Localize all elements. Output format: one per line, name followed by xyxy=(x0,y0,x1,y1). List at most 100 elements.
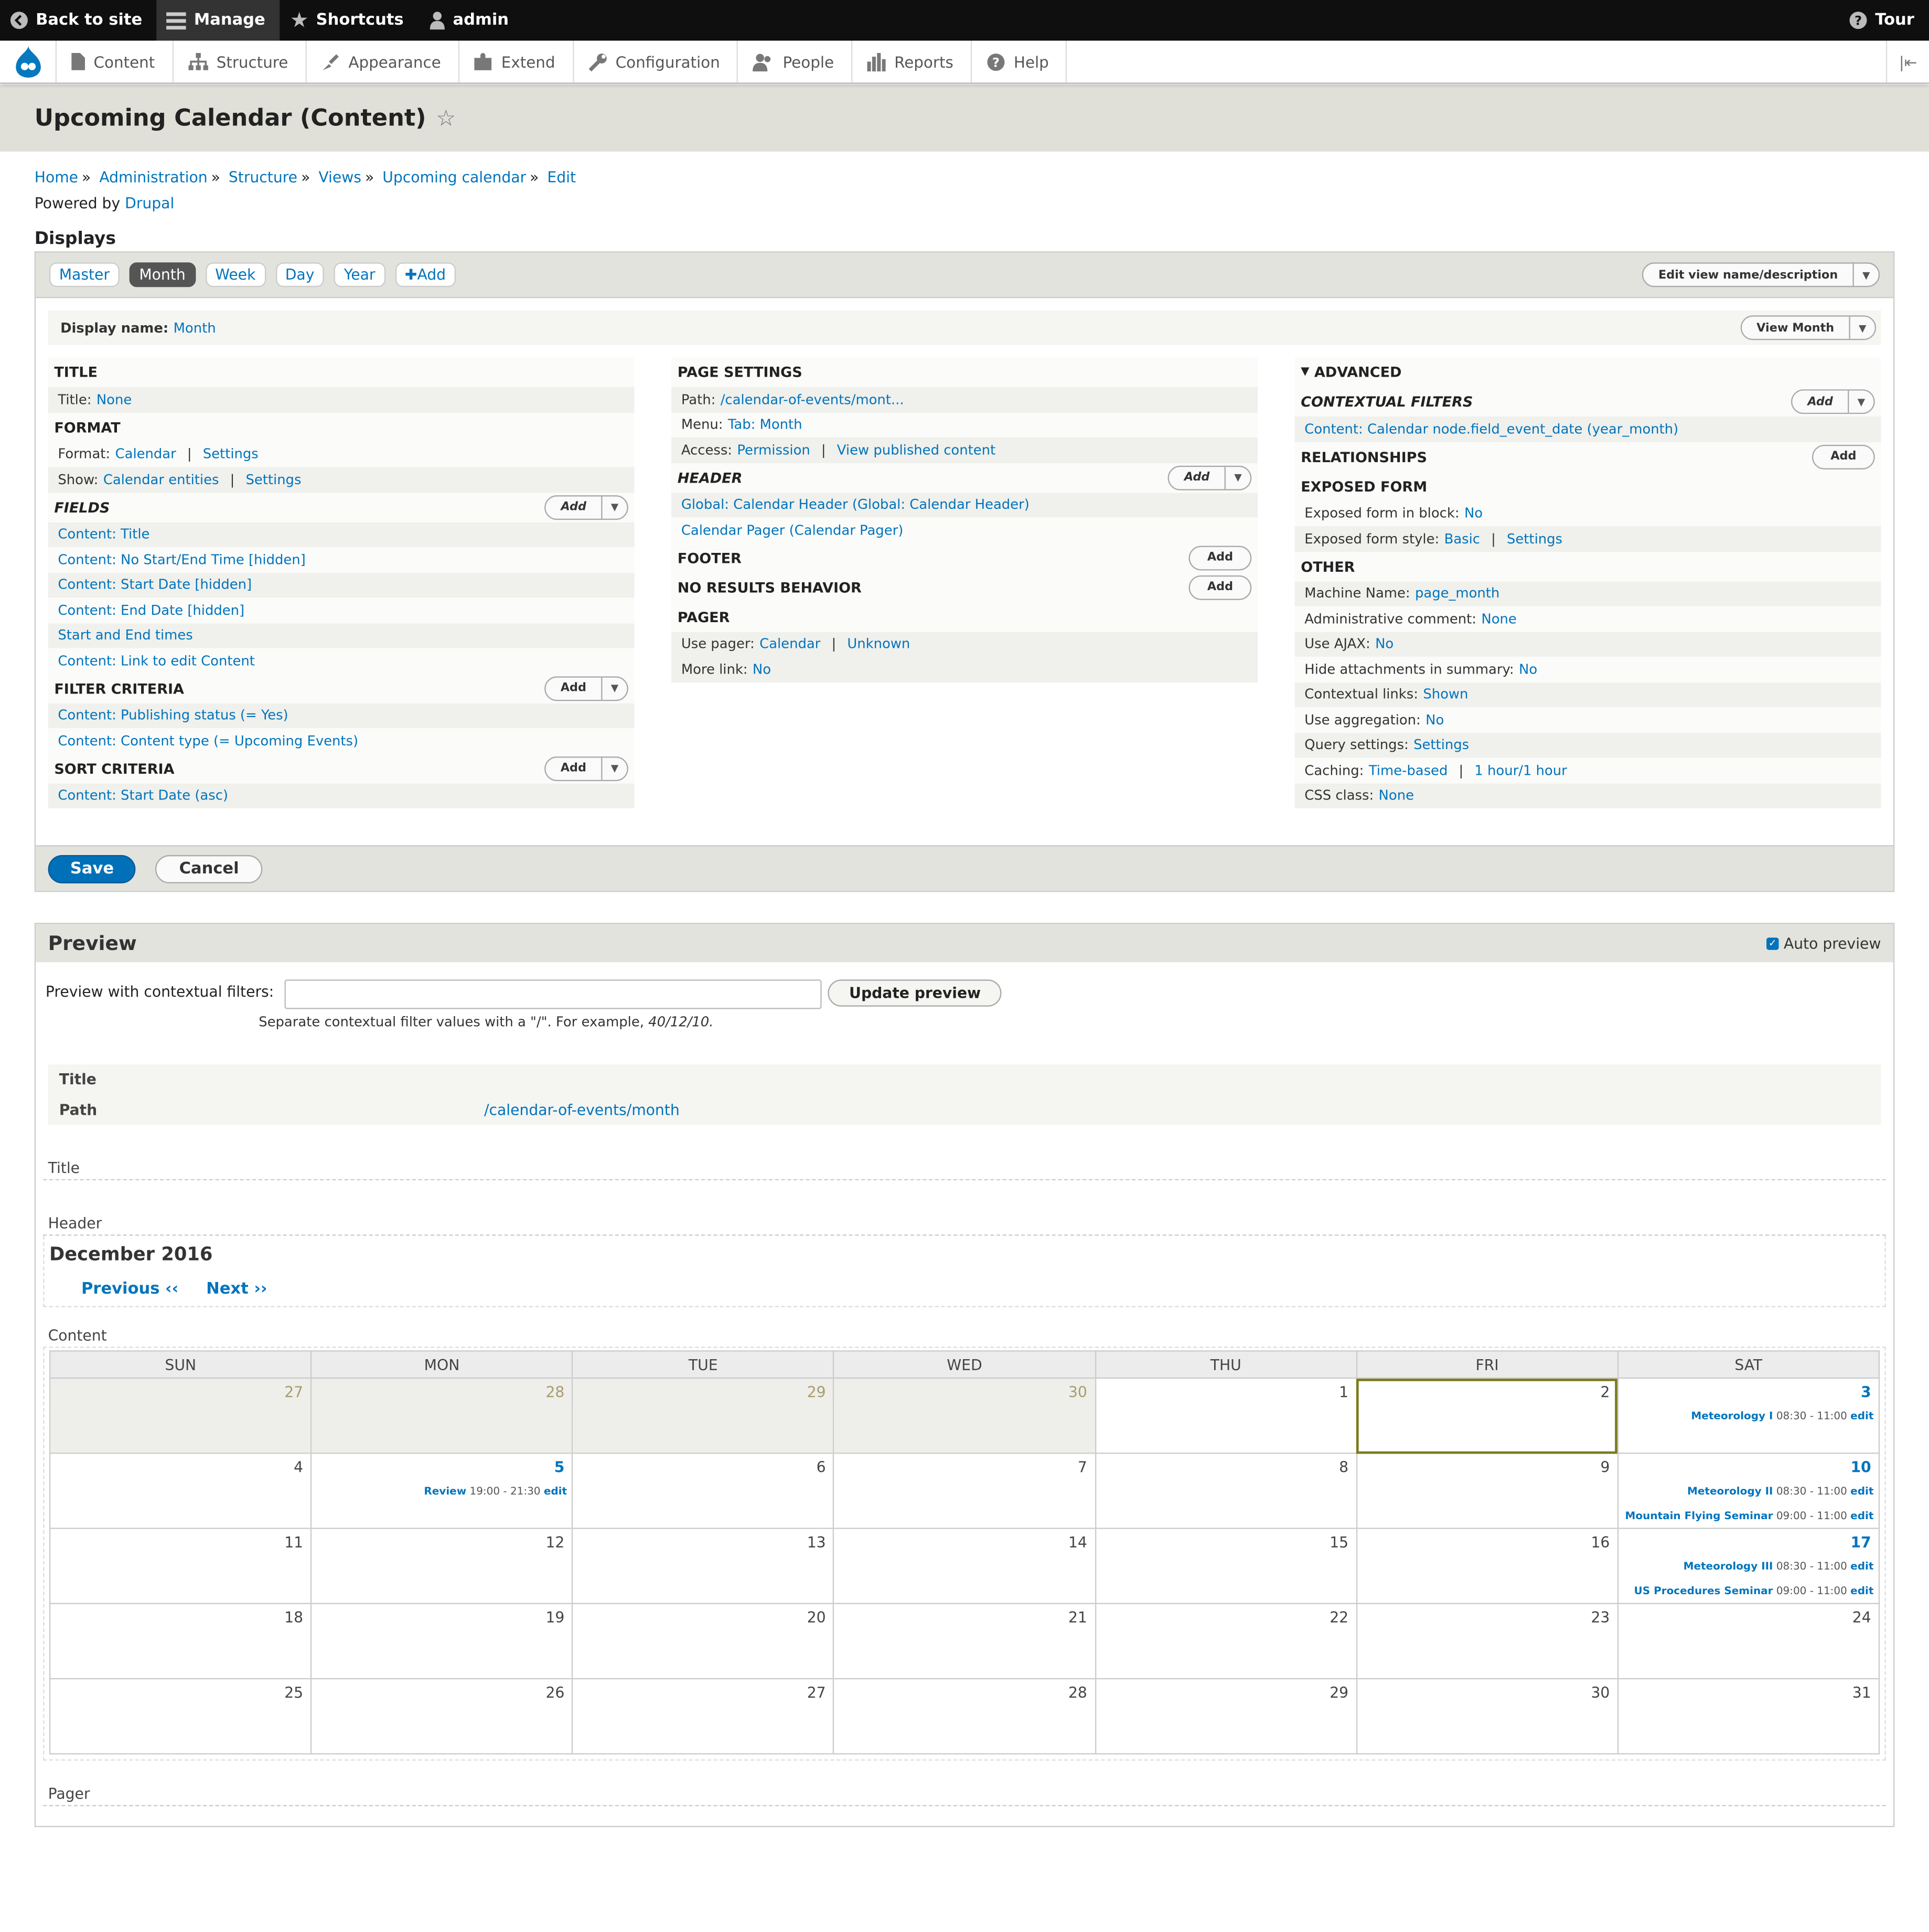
event-title-link[interactable]: Mountain Flying Seminar xyxy=(1625,1511,1773,1523)
auto-preview-checkbox[interactable]: ✓ Auto preview xyxy=(1766,934,1881,952)
event-title-link[interactable]: US Procedures Seminar xyxy=(1634,1586,1773,1598)
field-item-link[interactable]: Content: End Date [hidden] xyxy=(58,602,244,618)
menu-link[interactable]: Tab: Month xyxy=(728,417,802,433)
tab-day[interactable]: Day xyxy=(275,262,325,287)
other-value-link[interactable]: No xyxy=(1519,661,1537,678)
field-item[interactable]: Content: No Start/End Time [hidden] xyxy=(48,547,635,572)
exposed-style-settings-link[interactable]: Settings xyxy=(1507,531,1562,547)
breadcrumb-structure[interactable]: Structure xyxy=(229,169,297,186)
event-edit-link[interactable]: edit xyxy=(544,1486,567,1498)
day-number[interactable]: 5 xyxy=(312,1454,572,1479)
field-item-link[interactable]: Content: No Start/End Time [hidden] xyxy=(58,552,305,568)
save-button[interactable]: Save xyxy=(48,854,136,883)
event-edit-link[interactable]: edit xyxy=(1850,1561,1873,1573)
field-item[interactable]: Start and End times xyxy=(48,623,635,648)
other-value-link[interactable]: No xyxy=(1375,636,1394,653)
event-edit-link[interactable]: edit xyxy=(1850,1486,1873,1498)
field-item[interactable]: Content: End Date [hidden] xyxy=(48,597,635,623)
tray-item-extend[interactable]: Extend xyxy=(459,40,574,83)
tray-item-content[interactable]: Content xyxy=(57,40,174,83)
contextual-filters-input[interactable] xyxy=(285,979,822,1009)
path-link[interactable]: /calendar-of-events/mont... xyxy=(721,391,904,408)
tab-month[interactable]: Month xyxy=(129,262,196,287)
dropdown-arrow-icon[interactable]: ▼ xyxy=(601,757,627,780)
breadcrumb-upcoming-calendar[interactable]: Upcoming calendar xyxy=(382,169,526,186)
drupal-logo[interactable] xyxy=(0,40,57,83)
tray-item-help[interactable]: ? Help xyxy=(972,40,1068,83)
other-value-link[interactable]: Time-based xyxy=(1369,762,1448,778)
tray-item-people[interactable]: People xyxy=(738,40,853,83)
filter-item-link[interactable]: Content: Publishing status (= Yes) xyxy=(58,708,288,724)
event-title-link[interactable]: Review xyxy=(424,1486,466,1498)
pager-options-link[interactable]: Unknown xyxy=(847,636,910,653)
tab-week[interactable]: Week xyxy=(205,262,266,287)
tray-item-configuration[interactable]: Configuration xyxy=(574,40,738,83)
dropdown-arrow-icon[interactable]: ▼ xyxy=(601,496,627,518)
dropdown-arrow-icon[interactable]: ▼ xyxy=(1849,316,1874,339)
tab-year[interactable]: Year xyxy=(334,262,385,287)
header-item[interactable]: Calendar Pager (Calendar Pager) xyxy=(671,517,1258,542)
drupal-link[interactable]: Drupal xyxy=(125,195,174,212)
field-item[interactable]: Content: Title xyxy=(48,521,635,547)
title-setting-link[interactable]: None xyxy=(97,391,132,408)
header-item-link[interactable]: Global: Calendar Header (Global: Calenda… xyxy=(681,497,1030,513)
back-to-site-link[interactable]: Back to site xyxy=(0,0,157,41)
other-value-link[interactable]: None xyxy=(1379,787,1414,804)
other-value-link[interactable]: Settings xyxy=(1413,737,1469,753)
relationships-add-button[interactable]: Add xyxy=(1812,444,1875,469)
exposed-block-link[interactable]: No xyxy=(1464,506,1483,522)
header-item[interactable]: Global: Calendar Header (Global: Calenda… xyxy=(671,492,1258,518)
event-title-link[interactable]: Meteorology III xyxy=(1684,1561,1773,1573)
tray-item-structure[interactable]: Structure xyxy=(174,40,307,83)
display-name-link[interactable]: Month xyxy=(174,319,216,336)
day-number[interactable]: 10 xyxy=(1619,1454,1879,1479)
other-value-link[interactable]: page_month xyxy=(1415,585,1499,602)
filter-add-button[interactable]: Add ▼ xyxy=(544,676,628,701)
tour-button[interactable]: ? Tour xyxy=(1839,0,1929,41)
user-tab[interactable]: admin xyxy=(419,0,523,41)
previous-link[interactable]: Previous ‹‹ xyxy=(81,1280,178,1298)
header-item-link[interactable]: Calendar Pager (Calendar Pager) xyxy=(681,522,903,538)
filter-item[interactable]: Content: Publishing status (= Yes) xyxy=(48,702,635,729)
view-month-button[interactable]: View Month ▼ xyxy=(1740,315,1877,340)
field-item-link[interactable]: Content: Link to edit Content xyxy=(58,653,255,669)
field-item-link[interactable]: Start and End times xyxy=(58,627,192,644)
contextual-filters-add-button[interactable]: Add ▼ xyxy=(1791,389,1875,414)
contextual-filter-link[interactable]: Content: Calendar node.field_event_date … xyxy=(1304,421,1678,437)
shortcut-star-icon[interactable]: ☆ xyxy=(436,105,456,131)
field-item[interactable]: Content: Start Date [hidden] xyxy=(48,572,635,598)
manage-tab[interactable]: Manage xyxy=(157,0,280,41)
breadcrumb-administration[interactable]: Administration xyxy=(99,169,207,186)
header-add-button[interactable]: Add ▼ xyxy=(1168,465,1252,490)
sort-item-link[interactable]: Content: Start Date (asc) xyxy=(58,787,228,804)
event-edit-link[interactable]: edit xyxy=(1850,1586,1873,1598)
add-display-button[interactable]: ✚Add xyxy=(395,262,456,287)
event-title-link[interactable]: Meteorology II xyxy=(1687,1486,1773,1498)
contextual-filter-item[interactable]: Content: Calendar node.field_event_date … xyxy=(1294,416,1881,442)
other-value-link[interactable]: None xyxy=(1481,611,1516,627)
sort-item[interactable]: Content: Start Date (asc) xyxy=(48,783,635,808)
fields-add-button[interactable]: Add ▼ xyxy=(544,495,628,519)
caching-options-link[interactable]: 1 hour/1 hour xyxy=(1474,762,1567,778)
dropdown-arrow-icon[interactable]: ▼ xyxy=(1848,390,1873,413)
cancel-button[interactable]: Cancel xyxy=(155,854,263,883)
event-edit-link[interactable]: edit xyxy=(1850,1511,1873,1523)
footer-add-button[interactable]: Add xyxy=(1188,545,1252,570)
advanced-toggle[interactable]: ▼ ADVANCED xyxy=(1294,357,1881,387)
event-title-link[interactable]: Meteorology I xyxy=(1691,1411,1773,1423)
edit-view-name-button[interactable]: Edit view name/description ▼ xyxy=(1642,262,1880,287)
collapse-tray-icon[interactable]: |⇤ xyxy=(1885,40,1929,83)
access-link[interactable]: Permission xyxy=(737,442,810,458)
field-item-link[interactable]: Content: Title xyxy=(58,526,149,542)
shortcuts-tab[interactable]: ★ Shortcuts xyxy=(280,0,419,41)
dropdown-arrow-icon[interactable]: ▼ xyxy=(1224,466,1250,489)
exposed-style-link[interactable]: Basic xyxy=(1444,531,1480,547)
filter-item-link[interactable]: Content: Content type (= Upcoming Events… xyxy=(58,733,358,749)
format-link[interactable]: Calendar xyxy=(115,446,176,463)
format-settings-link[interactable]: Settings xyxy=(203,446,259,463)
event-edit-link[interactable]: edit xyxy=(1850,1411,1873,1423)
tray-item-reports[interactable]: Reports xyxy=(852,40,972,83)
no-results-add-button[interactable]: Add xyxy=(1188,574,1252,600)
breadcrumb-home[interactable]: Home xyxy=(35,169,78,186)
filter-item[interactable]: Content: Content type (= Upcoming Events… xyxy=(48,728,635,753)
